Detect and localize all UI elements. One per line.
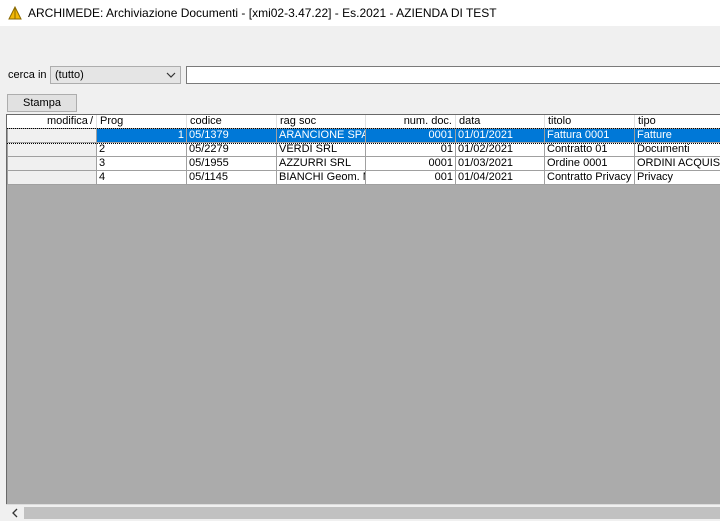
cell-titolo[interactable]: Contratto Privacy [545,171,635,185]
table-row[interactable]: 3 05/1955 AZZURRI SRL 0001 01/03/2021 Or… [7,157,720,171]
column-header-codice[interactable]: codice [187,115,277,129]
cell-data[interactable]: 01/01/2021 [456,129,545,143]
row-header[interactable] [7,157,97,171]
search-scope-value: (tutto) [55,69,84,81]
cell-codice[interactable]: 05/2279 [187,143,277,157]
search-input[interactable] [186,66,720,84]
column-header-data[interactable]: data [456,115,545,129]
cell-tipo[interactable]: ORDINI ACQUIST [635,157,720,171]
cell-prog[interactable]: 4 [97,171,187,185]
archimede-app-icon [8,6,22,20]
cell-data[interactable]: 01/04/2021 [456,171,545,185]
row-header[interactable] [7,129,97,143]
column-header-titolo[interactable]: titolo [545,115,635,129]
cell-rag-soc[interactable]: ARANCIONE SPA [277,129,366,143]
cell-prog[interactable]: 1 [97,129,187,143]
scrollbar-thumb[interactable] [24,507,720,519]
cell-prog[interactable]: 2 [97,143,187,157]
column-header-modifica[interactable]: modifica / [7,115,97,129]
chevron-down-icon[interactable] [166,70,176,80]
cell-codice[interactable]: 05/1379 [187,129,277,143]
search-scope-select[interactable]: (tutto) [50,66,181,84]
cell-titolo[interactable]: Ordine 0001 [545,157,635,171]
cell-tipo[interactable]: Documenti [635,143,720,157]
cell-titolo[interactable]: Contratto 01 [545,143,635,157]
table-row[interactable]: 2 05/2279 VERDI SRL 01 01/02/2021 Contra… [7,143,720,157]
column-header-prog[interactable]: Prog [97,115,187,129]
window-title: ARCHIMEDE: Archiviazione Documenti - [xm… [28,6,497,20]
cell-data[interactable]: 01/02/2021 [456,143,545,157]
cell-tipo[interactable]: Fatture [635,129,720,143]
cell-tipo[interactable]: Privacy [635,171,720,185]
row-header[interactable] [7,143,97,157]
cell-rag-soc[interactable]: BIANCHI Geom. M [277,171,366,185]
cell-codice[interactable]: 05/1955 [187,157,277,171]
table-row[interactable]: 4 05/1145 BIANCHI Geom. M 001 01/04/2021… [7,171,720,185]
table-row[interactable]: 1 05/1379 ARANCIONE SPA 0001 01/01/2021 … [7,128,720,144]
search-scope-label: cerca in [8,69,47,81]
horizontal-scrollbar[interactable] [6,504,720,521]
column-header-num-doc[interactable]: num. doc. [366,115,456,129]
cell-num-doc[interactable]: 0001 [366,129,456,143]
cell-titolo[interactable]: Fattura 0001 [545,129,635,143]
cell-rag-soc[interactable]: VERDI SRL [277,143,366,157]
cell-rag-soc[interactable]: AZZURRI SRL [277,157,366,171]
stampa-button[interactable]: Stampa [7,94,77,112]
grid-rows: 1 05/1379 ARANCIONE SPA 0001 01/01/2021 … [7,128,720,185]
title-bar: ARCHIMEDE: Archiviazione Documenti - [xm… [0,0,720,26]
toolbar-area [0,26,720,62]
cell-prog[interactable]: 3 [97,157,187,171]
cell-codice[interactable]: 05/1145 [187,171,277,185]
documents-grid[interactable]: modifica / Prog codice rag soc num. doc. … [6,114,720,505]
grid-header: modifica / Prog codice rag soc num. doc. … [7,115,720,129]
sort-indicator: / [89,115,93,127]
column-header-tipo[interactable]: tipo [635,115,720,129]
column-header-rag-soc[interactable]: rag soc [277,115,366,129]
cell-num-doc[interactable]: 01 [366,143,456,157]
search-row: cerca in (tutto) [0,66,720,86]
cell-num-doc[interactable]: 001 [366,171,456,185]
chevron-left-icon[interactable] [10,508,20,518]
cell-data[interactable]: 01/03/2021 [456,157,545,171]
cell-num-doc[interactable]: 0001 [366,157,456,171]
row-header[interactable] [7,171,97,185]
